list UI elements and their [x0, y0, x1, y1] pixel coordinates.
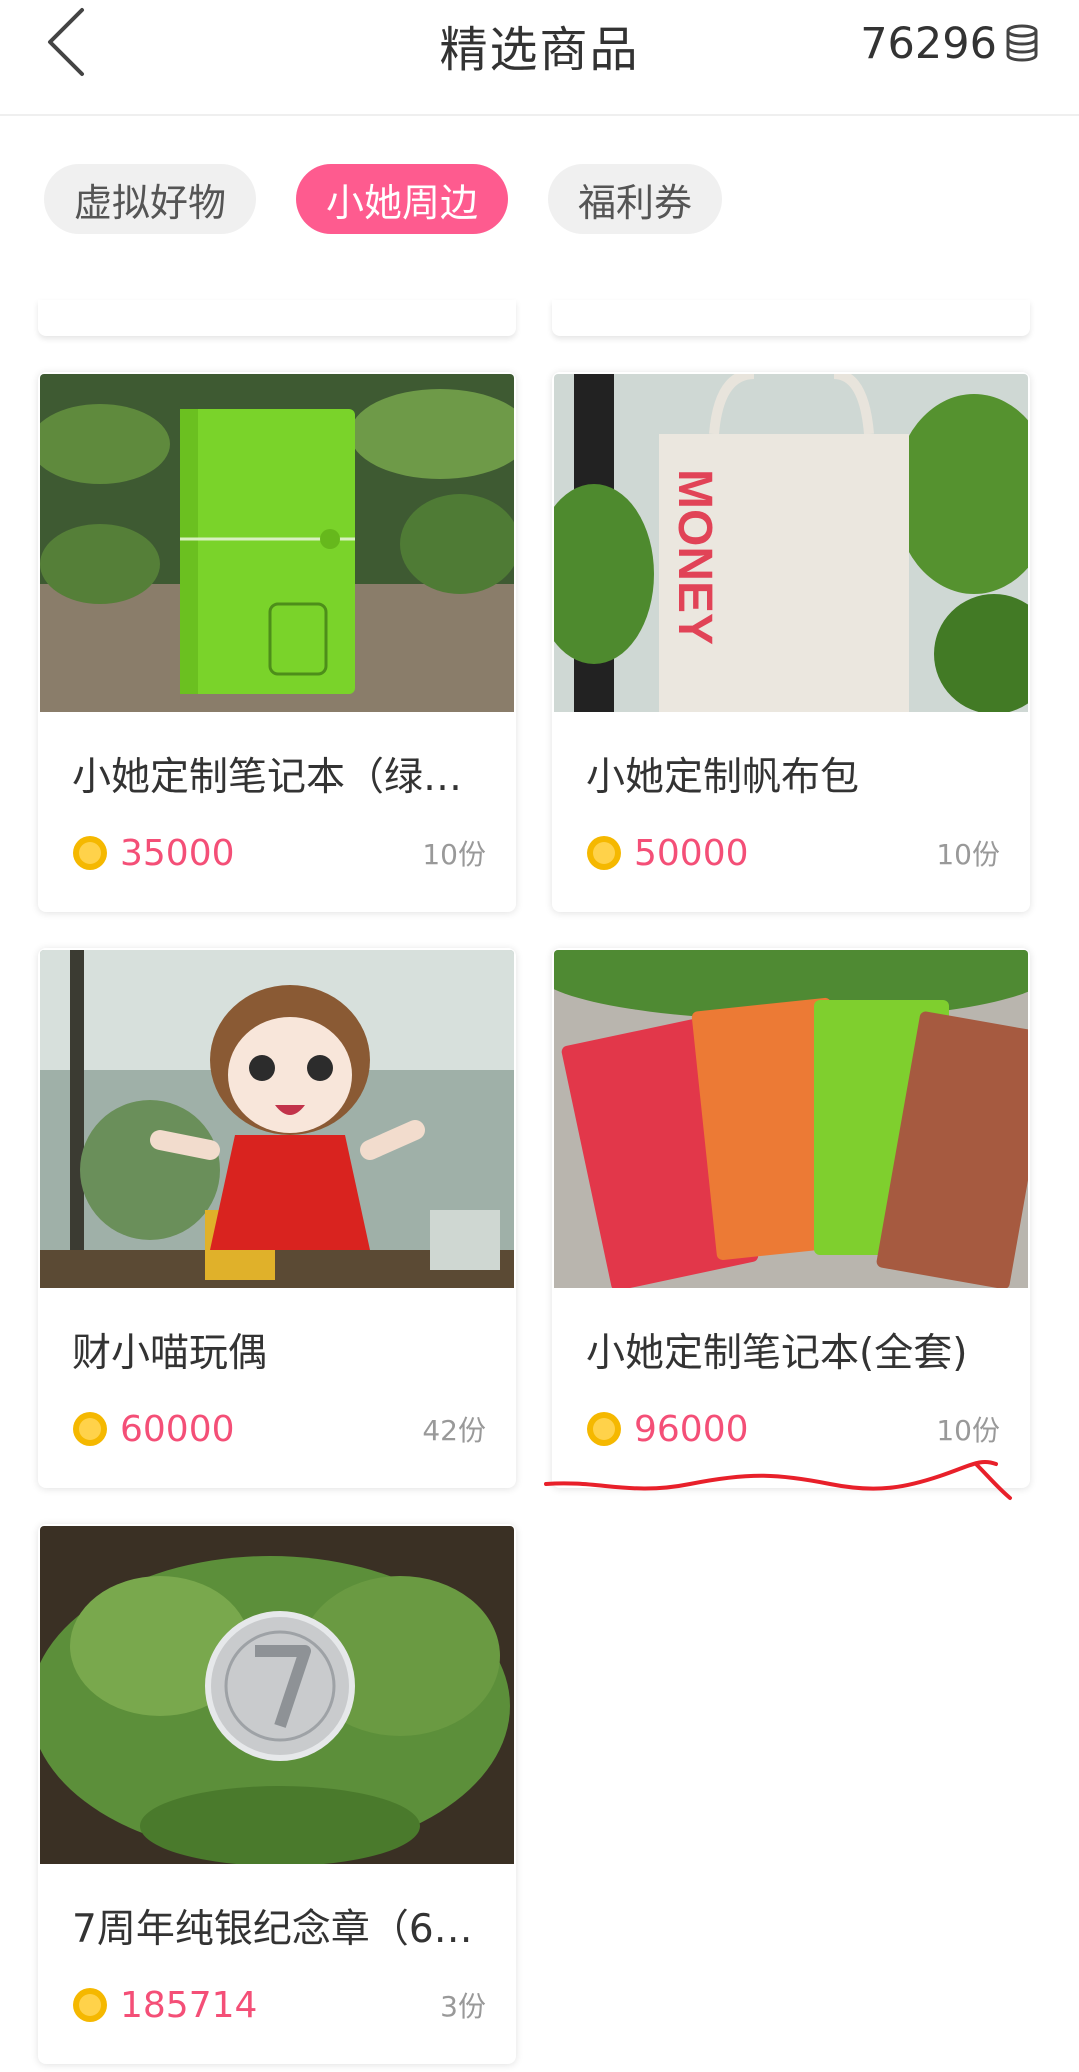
product-name: 7周年纯银纪念章（6… — [72, 1907, 473, 1952]
product-price: 185714 — [120, 1984, 258, 2026]
tab-virtual-goods[interactable]: 虚拟好物 — [44, 164, 257, 234]
red-underline-annotation — [544, 1459, 1012, 1500]
product-name: 小她定制笔记本（绿… — [72, 755, 463, 800]
product-name: 小她定制帆布包 — [586, 755, 860, 800]
coin-icon — [587, 836, 621, 870]
coin-icon — [73, 1988, 107, 2022]
price-row: 50000 10份 — [586, 828, 1000, 878]
bag-print-text: MONEY — [668, 469, 721, 645]
price-row: 60000 42份 — [72, 1404, 486, 1454]
product-image-silver-medal — [40, 1526, 514, 1864]
product-quantity: 3份 — [440, 1990, 486, 2023]
product-image-canvas-bag: MONEY — [554, 374, 1028, 712]
product-name: 财小喵玩偶 — [72, 1331, 268, 1376]
product-card-partial[interactable] — [38, 300, 516, 336]
price-row: 185714 3份 — [72, 1980, 486, 2030]
coin-icon — [73, 1412, 107, 1446]
product-price: 35000 — [120, 832, 235, 874]
product-quantity: 10份 — [422, 838, 486, 871]
coin-balance: 76296 — [860, 16, 1039, 72]
product-price: 50000 — [634, 832, 749, 874]
nav-header: 精选商品 76296 — [0, 0, 1079, 116]
product-card[interactable]: MONEY 小她定制帆布包 50000 10份 — [552, 372, 1030, 912]
product-image-green-notebook — [40, 374, 514, 712]
product-card-partial[interactable] — [552, 300, 1030, 336]
coin-icon — [73, 836, 107, 870]
product-image-notebook-set — [554, 950, 1028, 1288]
page: 精选商品 76296 虚拟好物 小她周边 福利券 小她定制笔记本（绿… 3500… — [0, 0, 1079, 2072]
product-card[interactable]: 财小喵玩偶 60000 42份 — [38, 948, 516, 1488]
coin-balance-value: 76296 — [860, 19, 997, 69]
product-quantity: 42份 — [422, 1414, 486, 1447]
product-name: 小她定制笔记本(全套) — [586, 1331, 968, 1376]
product-card[interactable]: 7周年纯银纪念章（6… 185714 3份 — [38, 1524, 516, 2064]
price-row: 35000 10份 — [72, 828, 486, 878]
category-tabs: 虚拟好物 小她周边 福利券 — [44, 164, 762, 234]
product-card[interactable]: 小她定制笔记本（绿… 35000 10份 — [38, 372, 516, 912]
tab-merchandise[interactable]: 小她周边 — [296, 164, 509, 234]
tab-coupons[interactable]: 福利券 — [548, 164, 723, 234]
product-quantity: 10份 — [936, 838, 1000, 871]
product-price: 60000 — [120, 1408, 235, 1450]
product-image-plush-doll — [40, 950, 514, 1288]
coin-stack-icon — [1006, 24, 1038, 62]
product-card[interactable]: 小她定制笔记本(全套) 96000 10份 — [552, 948, 1030, 1488]
